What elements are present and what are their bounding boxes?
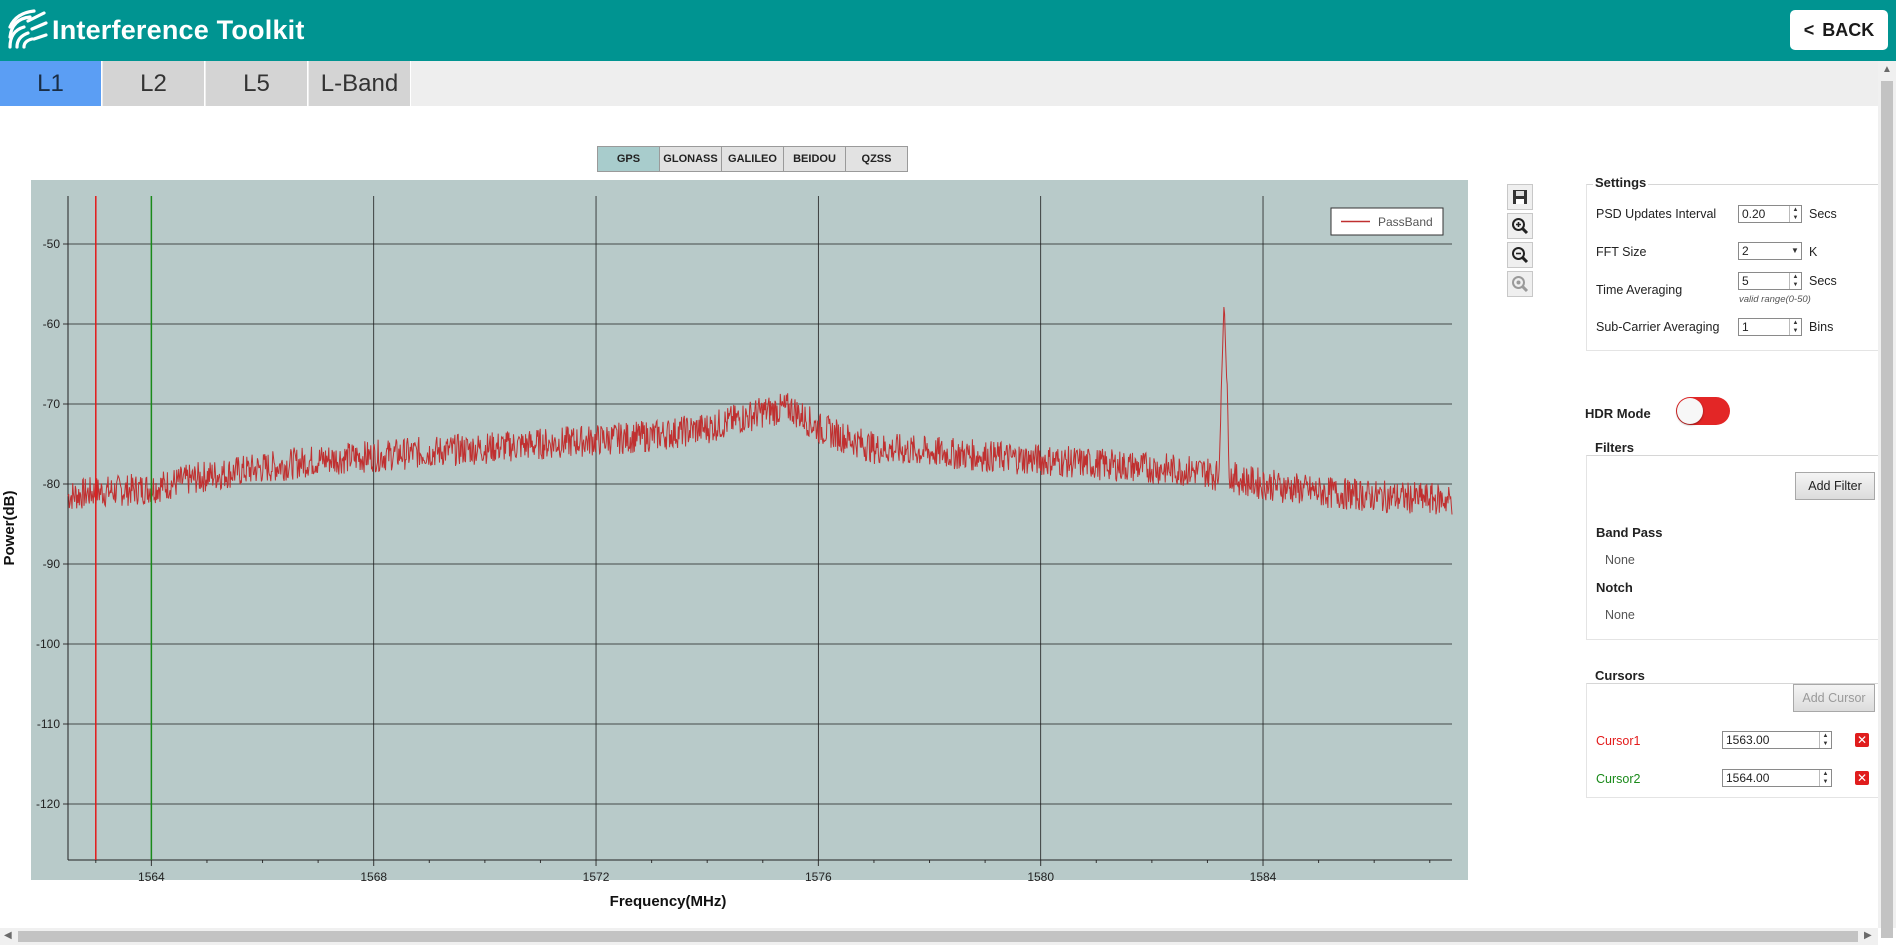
vertical-scrollbar[interactable]: ▲: [1878, 61, 1896, 938]
zoom-in-icon: [1512, 218, 1529, 235]
time-averaging-value: 5: [1742, 274, 1749, 288]
y-tick-label: -80: [43, 477, 61, 491]
constellation-glonass-button[interactable]: GLONASS: [659, 146, 722, 172]
cursor2-spinbox[interactable]: 1564.00 ▲ ▼: [1722, 769, 1832, 787]
constellation-qzss-button[interactable]: QZSS: [845, 146, 908, 172]
zoom-out-icon: [1512, 247, 1529, 264]
y-axis-label: Power(dB): [1, 490, 18, 565]
cursor2-value: 1564.00: [1726, 771, 1770, 785]
y-tick-label: -110: [37, 717, 60, 731]
band-tab-bar: L1 L2 L5 L-Band: [0, 61, 1896, 106]
psd-interval-unit: Secs: [1809, 207, 1837, 221]
hdr-mode-label: HDR Mode: [1585, 406, 1651, 421]
hdr-mode-toggle[interactable]: [1676, 397, 1730, 425]
constellation-gps-button[interactable]: GPS: [597, 146, 660, 172]
subcarrier-averaging-unit: Bins: [1809, 320, 1834, 334]
x-tick-label: 1580: [1027, 870, 1054, 884]
y-tick-label: -120: [36, 797, 60, 811]
spin-arrows-icon[interactable]: ▲ ▼: [1789, 273, 1801, 289]
fft-size-value: 2: [1742, 244, 1749, 258]
y-tick-label: -100: [36, 637, 60, 651]
fft-size-label: FFT Size: [1596, 245, 1647, 259]
x-tick-label: 1584: [1250, 870, 1277, 884]
notch-value: None: [1605, 608, 1635, 622]
notch-label: Notch: [1596, 580, 1633, 595]
psd-interval-value: 0.20: [1742, 207, 1766, 221]
horizontal-scrollbar[interactable]: ◀ ▶: [0, 928, 1878, 945]
cursor1-spinbox[interactable]: 1563.00 ▲ ▼: [1722, 731, 1832, 749]
chevron-down-icon: ▼: [1791, 246, 1799, 255]
spin-arrows-icon[interactable]: ▲ ▼: [1789, 206, 1801, 222]
x-tick-label: 1576: [805, 870, 832, 884]
legend-label: PassBand: [1378, 215, 1433, 229]
delete-cursor2-icon[interactable]: ✕: [1855, 771, 1869, 785]
spin-arrows-icon[interactable]: ▲ ▼: [1819, 732, 1831, 748]
x-tick-label: 1564: [138, 870, 165, 884]
cursor2-label: Cursor2: [1596, 772, 1641, 786]
zoom-reset-button[interactable]: [1507, 271, 1533, 297]
tab-l5[interactable]: L5: [206, 61, 308, 106]
save-button[interactable]: [1507, 184, 1533, 210]
tab-l-band[interactable]: L-Band: [309, 61, 411, 106]
app-title: Interference Toolkit: [52, 15, 305, 45]
x-tick-label: 1572: [583, 870, 610, 884]
filters-title: Filters: [1593, 440, 1637, 455]
cursor1-label: Cursor1: [1596, 734, 1641, 748]
psd-interval-label: PSD Updates Interval: [1596, 207, 1717, 221]
subcarrier-averaging-value: 1: [1742, 320, 1749, 334]
scroll-right-icon[interactable]: ▶: [1864, 930, 1872, 941]
cursor1-value: 1563.00: [1726, 733, 1770, 747]
time-averaging-label: Time Averaging: [1596, 283, 1683, 297]
constellation-galileo-button[interactable]: GALILEO: [721, 146, 784, 172]
zoom-out-button[interactable]: [1507, 242, 1533, 268]
x-tick-label: 1568: [360, 870, 387, 884]
save-icon: [1513, 190, 1527, 204]
time-averaging-unit: Secs: [1809, 274, 1837, 288]
spin-arrows-icon[interactable]: ▲ ▼: [1819, 770, 1831, 786]
zoom-reset-icon: [1512, 276, 1529, 293]
psd-interval-spinbox[interactable]: 0.20 ▲ ▼: [1738, 205, 1802, 223]
subcarrier-averaging-spinbox[interactable]: 1 ▲ ▼: [1738, 318, 1802, 336]
spin-arrows-icon[interactable]: ▲ ▼: [1789, 319, 1801, 335]
logo-icon: [8, 9, 48, 49]
y-tick-label: -90: [43, 557, 61, 571]
x-axis-label: Frequency(MHz): [610, 893, 727, 910]
scroll-left-icon[interactable]: ◀: [4, 930, 12, 941]
chevron-left-icon: <: [1803, 19, 1815, 40]
horizontal-scroll-thumb[interactable]: [18, 931, 1858, 942]
y-tick-label: -50: [43, 237, 61, 251]
vertical-scroll-thumb[interactable]: [1881, 81, 1893, 938]
y-tick-label: -60: [43, 317, 61, 331]
tab-l1[interactable]: L1: [0, 61, 102, 106]
delete-cursor1-icon[interactable]: ✕: [1855, 733, 1869, 747]
zoom-in-button[interactable]: [1507, 213, 1533, 239]
fft-size-select[interactable]: 2 ▼: [1738, 242, 1802, 260]
tab-l2[interactable]: L2: [103, 61, 205, 106]
add-filter-button[interactable]: Add Filter: [1795, 472, 1875, 500]
constellation-beidou-button[interactable]: BEIDOU: [783, 146, 846, 172]
band-pass-value: None: [1605, 553, 1635, 567]
scroll-up-icon[interactable]: ▲: [1882, 64, 1892, 75]
fft-size-unit: K: [1809, 245, 1818, 259]
time-averaging-hint: valid range(0-50): [1739, 294, 1811, 305]
cursors-title: Cursors: [1593, 668, 1647, 683]
time-averaging-spinbox[interactable]: 5 ▲ ▼: [1738, 272, 1802, 290]
plot-area[interactable]: [31, 180, 1468, 880]
psd-chart[interactable]: -50 -60 -70 -80 -90 -100 -110 -120 1564 1568 1572 1…: [0, 176, 1480, 916]
subcarrier-averaging-label: Sub-Carrier Averaging: [1596, 320, 1720, 334]
toggle-knob: [1677, 398, 1703, 424]
band-pass-label: Band Pass: [1596, 525, 1663, 540]
header-bar: Interference Toolkit < BACK: [0, 0, 1896, 61]
constellation-selector: GPS GLONASS GALILEO BEIDOU QZSS: [597, 146, 908, 172]
add-cursor-button[interactable]: Add Cursor: [1793, 684, 1875, 712]
back-label: BACK: [1822, 19, 1875, 40]
settings-title: Settings: [1593, 175, 1649, 190]
back-button[interactable]: < BACK: [1790, 10, 1888, 50]
y-tick-label: -70: [43, 397, 61, 411]
